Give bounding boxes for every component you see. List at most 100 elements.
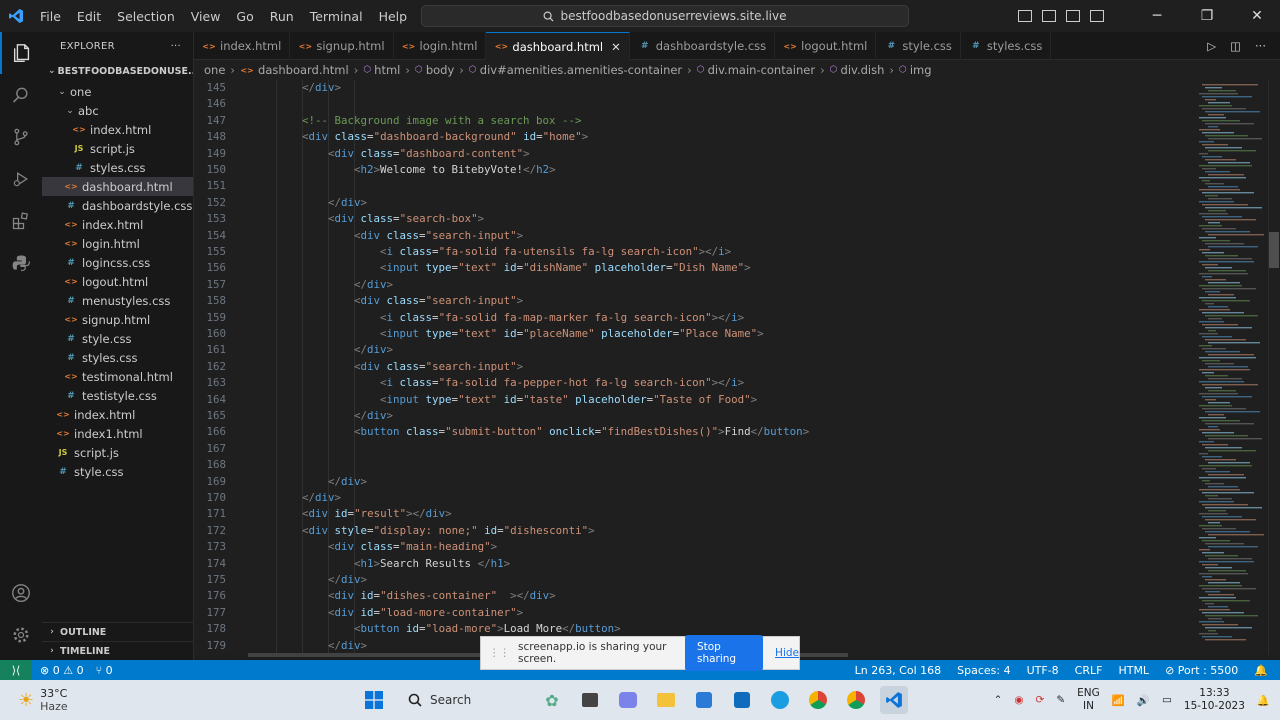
toggle-panel-icon[interactable] xyxy=(1042,10,1057,22)
tab-style-css[interactable]: # style.css xyxy=(876,32,961,60)
scrollbar-thumb[interactable] xyxy=(1269,232,1279,268)
file-manager-icon[interactable] xyxy=(576,686,604,714)
file-item[interactable]: JS script.js xyxy=(42,139,193,158)
code-line[interactable]: 173 <div class="main-heading"> xyxy=(194,539,1194,555)
indentation[interactable]: Spaces: 4 xyxy=(957,664,1010,677)
outlook-icon[interactable] xyxy=(728,686,756,714)
language-mode[interactable]: HTML xyxy=(1118,664,1149,677)
menu-go[interactable]: Go xyxy=(228,9,261,24)
close-tab-icon[interactable]: ✕ xyxy=(611,40,621,54)
breadcrumb-item[interactable]: one xyxy=(204,63,225,77)
command-center-search[interactable]: bestfoodbasedonuserreviews.site.live xyxy=(421,5,909,27)
chrome-profile-icon[interactable] xyxy=(842,686,870,714)
tab-dashboardstyle-css[interactable]: # dashboardstyle.css xyxy=(630,32,776,60)
more-actions-icon[interactable]: ··· xyxy=(1255,39,1266,53)
workspace-root[interactable]: ⌄ BESTFOODBASEDONUSE... xyxy=(42,60,193,82)
file-item[interactable]: <> signup.html xyxy=(42,310,193,329)
code-line[interactable]: 155 <i class="fa-solid fa-utensils fa-lg … xyxy=(194,244,1194,260)
python-icon[interactable] xyxy=(0,242,42,284)
live-server-port[interactable]: ⊘ Port : 5500 xyxy=(1165,664,1238,677)
code-line[interactable]: 151 xyxy=(194,178,1194,194)
file-item[interactable]: <> logout.html xyxy=(42,272,193,291)
tab-styles-css[interactable]: # styles.css xyxy=(961,32,1052,60)
end-of-line[interactable]: CRLF xyxy=(1075,664,1103,677)
code-line[interactable]: 161 </div> xyxy=(194,342,1194,358)
code-line[interactable]: 163 <i class="fa-solid fa-pepper-hot fa-l… xyxy=(194,375,1194,391)
account-icon[interactable] xyxy=(0,572,42,614)
code-editor[interactable]: 145 </div> 146 147 <!-- Background image wit… xyxy=(194,80,1194,655)
notification-icon[interactable]: 🔔 xyxy=(1257,694,1270,707)
tab-logout-html[interactable]: <> logout.html xyxy=(775,32,877,60)
source-control-icon[interactable] xyxy=(0,116,42,158)
breadcrumb-item[interactable]: div#amenities.amenities-container xyxy=(480,63,682,77)
menu-help[interactable]: Help xyxy=(371,9,416,24)
code-line[interactable]: 167 xyxy=(194,441,1194,457)
code-line[interactable]: 164 <input type="text" id="taste" placeho… xyxy=(194,392,1194,408)
chrome-icon[interactable] xyxy=(804,686,832,714)
code-line[interactable]: 166 <button class="submit-button" onclick… xyxy=(194,424,1194,440)
split-editor-icon[interactable]: ◫ xyxy=(1230,39,1241,53)
tab-index-html[interactable]: <> index.html xyxy=(194,32,291,60)
file-item[interactable]: <> index.html xyxy=(42,120,193,139)
clock[interactable]: 13:33 15-10-2023 xyxy=(1184,687,1245,713)
folder-item[interactable]: ⌄ one xyxy=(42,82,193,101)
code-line[interactable]: 148 <div class="dashboard-background" id=… xyxy=(194,129,1194,145)
file-item[interactable]: # style.css xyxy=(42,329,193,348)
windows-start-icon[interactable] xyxy=(360,686,388,714)
file-item[interactable]: # styles.css xyxy=(42,348,193,367)
toggle-sidebar-icon[interactable] xyxy=(1018,10,1033,22)
taskbar-search[interactable]: Search xyxy=(398,686,528,714)
code-line[interactable]: 160 <input type="text" id="placeName" pla… xyxy=(194,326,1194,342)
customize-layout-icon[interactable] xyxy=(1090,10,1105,22)
stop-sharing-button[interactable]: Stop sharing xyxy=(684,635,764,671)
file-item[interactable]: # style.css xyxy=(42,462,193,481)
teams-chat-icon[interactable] xyxy=(614,686,642,714)
pen-icon[interactable]: ✎ xyxy=(1056,694,1065,706)
code-line[interactable]: 172 <div style="display: none;" id="dishe… xyxy=(194,523,1194,539)
store-icon[interactable] xyxy=(690,686,718,714)
drag-handle-icon[interactable]: ⋮⋮ xyxy=(489,647,510,659)
minimize-icon[interactable]: ─ xyxy=(1134,8,1180,24)
code-line[interactable]: 159 <i class="fa-solid fa-map-marker fa-l… xyxy=(194,310,1194,326)
file-item[interactable]: <> index.html xyxy=(42,405,193,424)
minimap[interactable] xyxy=(1194,80,1270,655)
tab-signup-html[interactable]: <> signup.html xyxy=(290,32,394,60)
sync-icon[interactable]: ⟳ xyxy=(1036,694,1045,706)
breadcrumb-item[interactable]: html xyxy=(374,63,400,77)
code-line[interactable]: 174 <h1>Search Results </h1> xyxy=(194,556,1194,572)
run-debug-icon[interactable] xyxy=(0,158,42,200)
file-item[interactable]: # testistyle.css xyxy=(42,386,193,405)
menu-file[interactable]: File xyxy=(32,9,69,24)
breadcrumb-item[interactable]: body xyxy=(426,63,454,77)
file-item[interactable]: # dashboardstyle.css xyxy=(42,196,193,215)
folder-item[interactable]: ⌄ abc xyxy=(42,101,193,120)
file-item[interactable]: <> testimonal.html xyxy=(42,367,193,386)
problems-status[interactable]: ⊗ 0 ⚠ 0 xyxy=(40,664,84,677)
weather-widget[interactable]: ☀ 33°C Haze xyxy=(0,687,230,713)
file-item[interactable]: <> index1.html xyxy=(42,424,193,443)
vertical-scrollbar[interactable] xyxy=(1268,80,1280,655)
code-line[interactable]: 165 </div> xyxy=(194,408,1194,424)
wifi-icon[interactable]: 📶 xyxy=(1112,694,1125,707)
restore-icon[interactable]: ❐ xyxy=(1184,8,1230,24)
outline-section[interactable]: › OUTLINE xyxy=(42,622,193,641)
file-item[interactable]: # styles.css xyxy=(42,158,193,177)
code-line[interactable]: 153 <div class="search-box"> xyxy=(194,211,1194,227)
tab-login-html[interactable]: <> login.html xyxy=(394,32,487,60)
code-line[interactable]: 162 <div class="search-input"> xyxy=(194,359,1194,375)
file-item[interactable]: JS script.js xyxy=(42,443,193,462)
code-line[interactable]: 176 <div id="dishes-container" ></div> xyxy=(194,588,1194,604)
more-actions-icon[interactable]: ··· xyxy=(171,41,181,52)
code-line[interactable]: 168 xyxy=(194,457,1194,473)
code-line[interactable]: 154 <div class="search-input"> xyxy=(194,228,1194,244)
code-line[interactable]: 150 <h2>Welcome to BitebyVote!</h2> xyxy=(194,162,1194,178)
extensions-icon[interactable] xyxy=(0,200,42,242)
menu-terminal[interactable]: Terminal xyxy=(302,9,371,24)
remote-indicator-icon[interactable]: ⟩⟨ xyxy=(0,660,32,680)
cursor-position[interactable]: Ln 263, Col 168 xyxy=(855,664,942,677)
breadcrumb-item[interactable]: div.main-container xyxy=(708,63,815,77)
explorer-icon[interactable] xyxy=(0,32,42,74)
menu-selection[interactable]: Selection xyxy=(109,9,183,24)
file-item[interactable]: <> dashboard.html xyxy=(42,177,193,196)
code-line[interactable]: 146 xyxy=(194,96,1194,112)
